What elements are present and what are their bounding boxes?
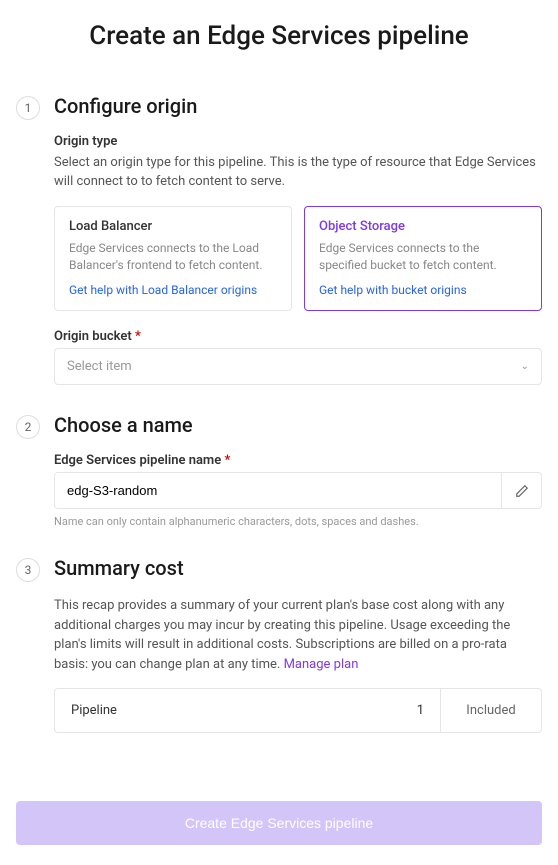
origin-type-desc: Select an origin type for this pipeline.… (54, 153, 542, 192)
create-pipeline-button[interactable]: Create Edge Services pipeline (16, 801, 542, 845)
step-configure-origin: 1 Configure origin Origin type Select an… (16, 94, 542, 386)
page-title: Create an Edge Services pipeline (16, 20, 542, 54)
card-title: Object Storage (319, 219, 527, 234)
card-title: Load Balancer (69, 219, 277, 234)
origin-card-object-storage[interactable]: Object Storage Edge Services connects to… (304, 206, 542, 312)
step-number: 3 (16, 558, 40, 582)
card-help-link[interactable]: Get help with bucket origins (319, 283, 467, 297)
step-heading: Choose a name (54, 413, 542, 437)
name-hint: Name can only contain alphanumeric chara… (54, 515, 542, 528)
origin-card-load-balancer[interactable]: Load Balancer Edge Services connects to … (54, 206, 292, 312)
pipeline-name-label: Edge Services pipeline name (54, 453, 542, 468)
step-number: 2 (16, 415, 40, 439)
select-placeholder: Select item (67, 359, 132, 374)
origin-bucket-select[interactable]: Select item ⌄ (54, 348, 542, 385)
chevron-down-icon: ⌄ (521, 361, 529, 372)
summary-qty: 1 (381, 689, 441, 732)
card-desc: Edge Services connects to the specified … (319, 240, 527, 274)
summary-row: Pipeline 1 Included (54, 688, 542, 733)
step-summary-cost: 3 Summary cost This recap provides a sum… (16, 556, 542, 733)
step-number: 1 (16, 96, 40, 120)
pipeline-name-input[interactable] (55, 473, 501, 508)
summary-label: Pipeline (55, 689, 381, 732)
summary-value: Included (441, 689, 541, 732)
card-desc: Edge Services connects to the Load Balan… (69, 240, 277, 274)
card-help-link[interactable]: Get help with Load Balancer origins (69, 283, 257, 297)
step-heading: Configure origin (54, 94, 542, 118)
step-choose-name: 2 Choose a name Edge Services pipeline n… (16, 413, 542, 528)
edit-name-button[interactable] (501, 473, 541, 508)
pencil-icon (515, 484, 529, 498)
manage-plan-link[interactable]: Manage plan (284, 657, 359, 672)
origin-bucket-label: Origin bucket (54, 329, 542, 344)
origin-type-label: Origin type (54, 134, 542, 149)
step-heading: Summary cost (54, 556, 542, 580)
summary-desc: This recap provides a summary of your cu… (54, 596, 542, 674)
